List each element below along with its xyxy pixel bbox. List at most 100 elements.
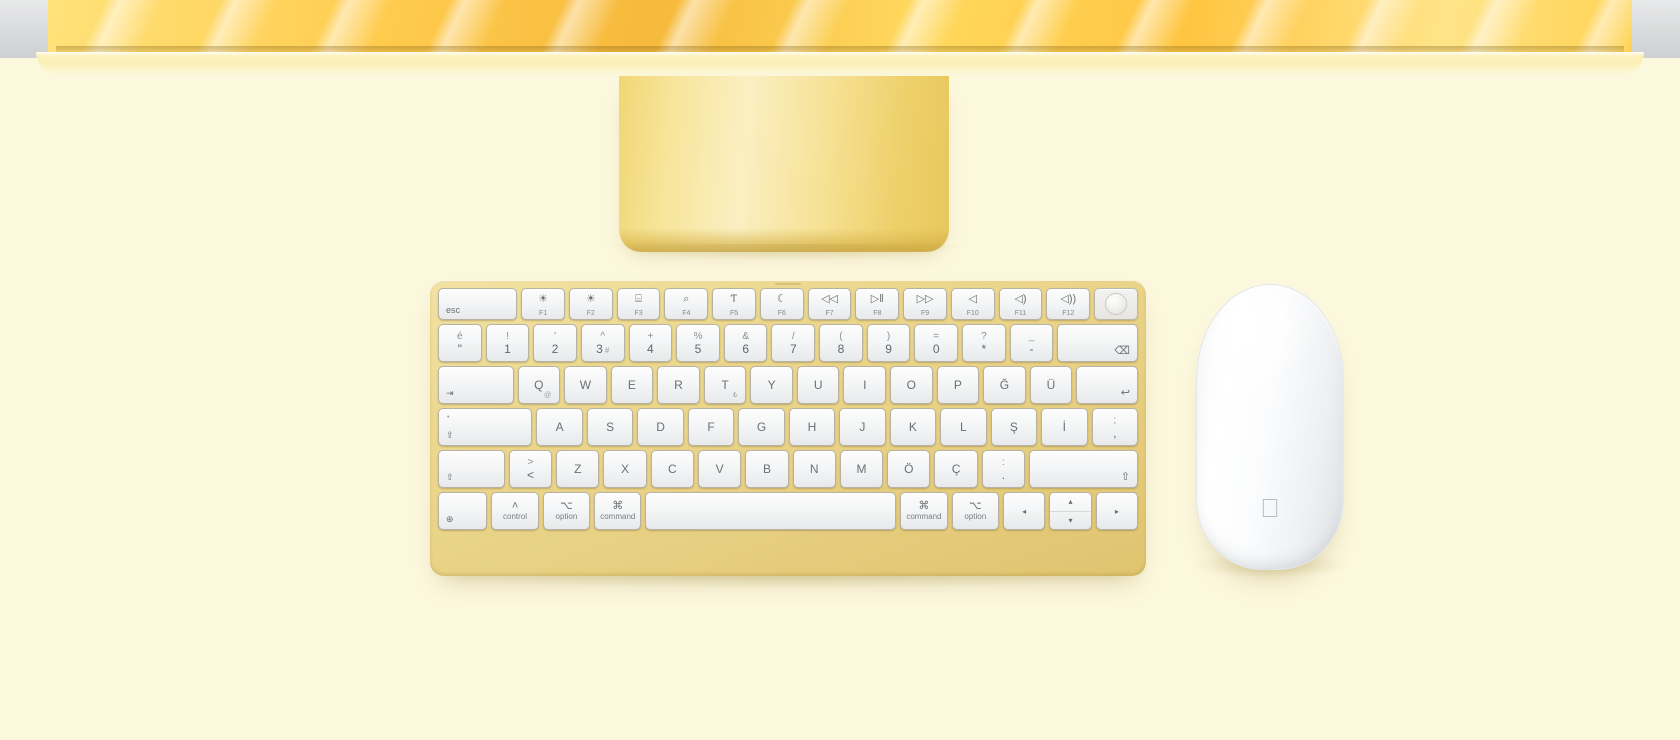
key-delete[interactable]: ⌫ (1057, 324, 1138, 362)
key-3[interactable]: ^ 3 # (580, 324, 625, 362)
key-command-left[interactable]: ⌘ command (594, 492, 642, 530)
key-globe[interactable]: ⊕ (438, 492, 488, 530)
key-f1-brightness-down[interactable]: ☀ F1 (521, 288, 565, 320)
key-f12-volume-up[interactable]: ◁)) F12 (1046, 288, 1091, 320)
key-f5-dictation[interactable]: Ƭ F5 (712, 288, 756, 320)
key-d[interactable]: D (637, 408, 684, 446)
key-7[interactable]: / 7 (771, 324, 816, 362)
key-arrow-up-down[interactable]: ▴ ▾ (1049, 492, 1092, 530)
key-control[interactable]: ˄ control (491, 492, 539, 530)
key-n[interactable]: N (792, 450, 836, 488)
key-w[interactable]: W (564, 366, 607, 404)
key-legend: X (621, 462, 630, 476)
key-i-dotted[interactable]: İ (1041, 408, 1088, 446)
key-1[interactable]: ! 1 (485, 324, 530, 362)
key-shift-right[interactable]: ⇧ (1029, 450, 1139, 488)
key-x[interactable]: X (603, 450, 647, 488)
key-b[interactable]: B (745, 450, 789, 488)
mouse-highlight (1211, 295, 1303, 415)
key-e-acute[interactable]: é " (438, 324, 482, 362)
key-2[interactable]: ' 2 (533, 324, 577, 362)
key-asterisk[interactable]: ? * (962, 324, 1006, 362)
delete-icon: ⌫ (1114, 345, 1130, 357)
key-o[interactable]: O (890, 366, 933, 404)
key-space[interactable] (645, 492, 897, 530)
key-comma[interactable]: ; , (1091, 408, 1138, 446)
key-u[interactable]: U (796, 366, 840, 404)
key-legend: E (627, 378, 636, 392)
key-s-cedilla[interactable]: Ş (990, 408, 1038, 446)
key-touch-id[interactable] (1094, 288, 1138, 320)
key-caps-lock[interactable]: • ⇪ (438, 408, 533, 446)
key-g[interactable]: G (738, 408, 785, 446)
key-8[interactable]: ( 8 (819, 324, 863, 362)
key-f8-play-pause[interactable]: ▷‖ F8 (855, 288, 900, 320)
key-v[interactable]: V (698, 450, 742, 488)
key-f10-mute[interactable]: ◁ F10 (950, 288, 995, 320)
key-f12-label: F12 (1062, 310, 1075, 317)
key-f3-mission-control[interactable]: ⌸ F3 (616, 288, 661, 320)
key-h[interactable]: H (788, 408, 836, 446)
arrow-down-icon[interactable]: ▾ (1050, 512, 1090, 530)
touch-id-icon (1105, 293, 1128, 315)
key-legend: V (715, 462, 724, 476)
mouse-body[interactable]:  (1196, 284, 1344, 570)
key-c-cedilla[interactable]: Ç (934, 450, 978, 488)
key-r[interactable]: R (657, 366, 700, 404)
key-f11-volume-down[interactable]: ◁) F11 (998, 288, 1043, 320)
key-period[interactable]: : . (981, 450, 1026, 488)
key-option-right[interactable]: ⌥ option (951, 492, 999, 530)
key-legend-upper: ; (1113, 415, 1117, 426)
key-t[interactable]: T ₺ (703, 366, 747, 404)
key-tab[interactable]: ⇥ (438, 366, 514, 404)
key-j[interactable]: J (839, 408, 886, 446)
key-6[interactable]: & 6 (723, 324, 768, 362)
key-return[interactable]: ↩ (1076, 366, 1138, 404)
key-q[interactable]: Q @ (517, 366, 561, 404)
arrow-up-icon[interactable]: ▴ (1050, 493, 1091, 512)
key-p[interactable]: P (936, 366, 980, 404)
key-option-left[interactable]: ⌥ option (542, 492, 591, 530)
brightness-up-icon: ☀ (585, 293, 596, 305)
key-shift-left[interactable]: ⇧ (438, 450, 505, 488)
key-5[interactable]: % 5 (676, 324, 720, 362)
key-legend-lower: 5 (694, 342, 702, 356)
key-y[interactable]: Y (750, 366, 793, 404)
key-e[interactable]: E (610, 366, 654, 404)
key-f[interactable]: F (687, 408, 735, 446)
key-arrow-right[interactable]: ▸ (1095, 492, 1138, 530)
key-c[interactable]: C (650, 450, 694, 488)
key-k[interactable]: K (889, 408, 937, 446)
key-command-right[interactable]: ⌘ command (900, 492, 948, 530)
key-4[interactable]: + 4 (628, 324, 673, 362)
key-l[interactable]: L (940, 408, 987, 446)
key-less-greater[interactable]: > < (508, 450, 553, 488)
key-f6-do-not-disturb[interactable]: ☾ F6 (759, 288, 804, 320)
key-minus[interactable]: _ - (1009, 324, 1054, 362)
key-a[interactable]: A (536, 408, 583, 446)
key-f7-rewind[interactable]: ◁◁ F7 (807, 288, 852, 320)
key-f2-brightness-up[interactable]: ☀ F2 (568, 288, 613, 320)
key-g-breve[interactable]: Ğ (983, 366, 1026, 404)
key-9[interactable]: ) 9 (866, 324, 911, 362)
key-legend-upper: ) (886, 331, 891, 342)
key-u-umlaut[interactable]: Ü (1029, 366, 1073, 404)
key-escape[interactable]: esc (438, 288, 518, 320)
key-legend: D (656, 420, 665, 434)
key-s[interactable]: S (586, 408, 634, 446)
key-m[interactable]: M (839, 450, 884, 488)
magic-mouse[interactable]:  (1196, 284, 1344, 570)
key-o-umlaut[interactable]: Ö (887, 450, 931, 488)
key-arrow-left[interactable]: ◂ (1002, 492, 1046, 530)
keyboard-modifier-row: ⊕ ˄ control ⌥ option ⌘ command ⌘ command… (436, 492, 1140, 530)
key-i[interactable]: I (843, 366, 887, 404)
key-f9-fast-forward[interactable]: ▷▷ F9 (903, 288, 947, 320)
magic-keyboard[interactable]: esc ☀ F1 ☀ F2 ⌸ F3 ⌕ F4 Ƭ F5 ☾ F6 ◁◁ F7 … (430, 280, 1146, 576)
key-legend-lower: 1 (504, 342, 511, 356)
key-f4-spotlight[interactable]: ⌕ F4 (664, 288, 709, 320)
key-legend: H (807, 420, 817, 434)
key-f2-label: F2 (586, 310, 595, 317)
key-legend: Ö (904, 462, 914, 476)
key-0[interactable]: = 0 (914, 324, 959, 362)
key-z[interactable]: Z (556, 450, 600, 488)
